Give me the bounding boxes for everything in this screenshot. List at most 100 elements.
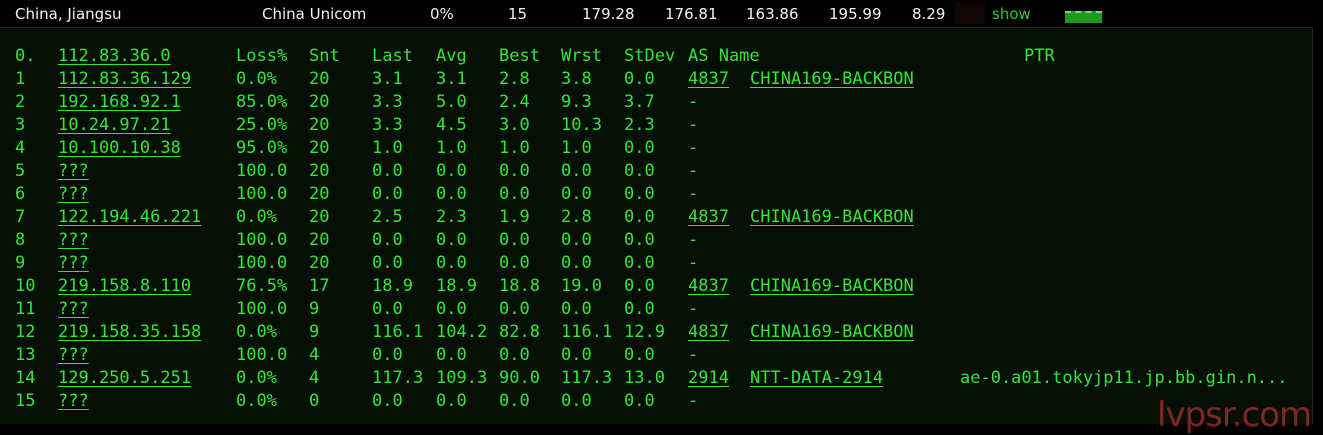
summary-stdev: 8.29 (912, 5, 946, 23)
hop-avg: 0.0 (436, 391, 467, 411)
hop-host-link[interactable]: ??? (58, 183, 89, 206)
hop-best: 90.0 (499, 368, 540, 388)
hop-host-link[interactable]: 122.194.46.221 (58, 206, 201, 229)
hop-asn[interactable]: 4837 (688, 68, 729, 91)
hop-sent: 20 (309, 253, 330, 273)
hop-number: 8 (15, 230, 26, 250)
hop-host-link[interactable]: ??? (58, 160, 89, 183)
hop-avg: 1.0 (436, 138, 467, 158)
hop-worst: 0.0 (561, 299, 592, 319)
hop-sent: 0 (309, 391, 320, 411)
hop-as-name[interactable]: CHINA169-BACKBON (750, 321, 914, 344)
hop-loss: 25.0% (236, 115, 288, 135)
summary-isp: China Unicom (262, 5, 367, 23)
header-index: 0. (15, 46, 36, 66)
hop-last: 1.0 (372, 138, 403, 158)
latency-mini-bar (1065, 11, 1102, 23)
hop-as-name[interactable]: NTT-DATA-2914 (750, 367, 883, 390)
hop-asn: - (688, 230, 699, 250)
hop-stdev: 2.3 (624, 115, 655, 135)
hop-host-link[interactable]: ??? (58, 344, 89, 367)
hop-last: 0.0 (372, 391, 403, 411)
hop-avg: 5.0 (436, 92, 467, 112)
hop-stdev: 0.0 (624, 207, 655, 227)
table-row: 11??? 100.0 9 0.0 0.0 0.0 0.0 0.0 - (0, 298, 1312, 321)
hop-host-link[interactable]: 192.168.92.1 (58, 91, 181, 114)
hop-stdev: 3.7 (624, 92, 655, 112)
hop-host-link[interactable]: ??? (58, 252, 89, 275)
summary-worst: 195.99 (829, 5, 882, 23)
hop-loss: 0.0% (236, 207, 277, 227)
hop-number: 9 (15, 253, 26, 273)
hop-stdev: 0.0 (624, 184, 655, 204)
table-row: 4 10.100.10.38 95.0% 20 1.0 1.0 1.0 1.0 0.0 - (0, 137, 1312, 160)
hop-worst: 0.0 (561, 184, 592, 204)
hop-asn[interactable]: 4837 (688, 321, 729, 344)
hop-asn[interactable]: 4837 (688, 275, 729, 298)
hop-best: 0.0 (499, 253, 530, 273)
hop-loss: 100.0 (236, 161, 288, 181)
hop-worst: 0.0 (561, 253, 592, 273)
hop-worst: 3.8 (561, 69, 592, 89)
hop-host-link[interactable]: ??? (58, 229, 89, 252)
hop-best: 2.8 (499, 69, 530, 89)
hop-host-link[interactable]: ??? (58, 390, 89, 413)
summary-best: 163.86 (746, 5, 799, 23)
hop-best: 2.4 (499, 92, 530, 112)
hop-host-link[interactable]: 10.100.10.38 (58, 137, 181, 160)
hop-loss: 100.0 (236, 345, 288, 365)
header-stdev: StDev (624, 46, 676, 66)
hop-worst: 2.8 (561, 207, 592, 227)
hop-host-link[interactable]: 112.83.36.129 (58, 68, 191, 91)
hop-best: 1.0 (499, 138, 530, 158)
hop-number: 14 (15, 368, 36, 388)
hop-host-link[interactable]: 219.158.35.158 (58, 321, 201, 344)
table-row: 14 129.250.5.251 0.0% 4 117.3 109.3 90.0 117.3 1… (0, 367, 1312, 390)
hop-stdev: 12.9 (624, 322, 665, 342)
hop-asn: - (688, 161, 699, 181)
hop-number: 10 (15, 276, 36, 296)
header-best: Best (499, 46, 540, 66)
hop-worst: 10.3 (561, 115, 602, 135)
summary-dark-box (955, 2, 985, 24)
show-link[interactable]: show (992, 5, 1031, 23)
hop-sent: 4 (309, 368, 320, 388)
hop-best: 0.0 (499, 299, 530, 319)
hop-last: 2.5 (372, 207, 403, 227)
hop-avg: 0.0 (436, 161, 467, 181)
hop-as-name[interactable]: CHINA169-BACKBON (750, 68, 914, 91)
hop-as-name[interactable]: CHINA169-BACKBON (750, 206, 914, 229)
hop-as-name[interactable]: CHINA169-BACKBON (750, 275, 914, 298)
hop-number: 2 (15, 92, 26, 112)
hop-host-link[interactable]: 129.250.5.251 (58, 367, 191, 390)
hop-avg: 18.9 (436, 276, 477, 296)
hop-host-link[interactable]: 219.158.8.110 (58, 275, 191, 298)
summary-last: 179.28 (582, 5, 635, 23)
hop-asn: - (688, 299, 699, 319)
table-row: 8??? 100.0 20 0.0 0.0 0.0 0.0 0.0 - (0, 229, 1312, 252)
hop-last: 0.0 (372, 161, 403, 181)
hop-loss: 0.0% (236, 322, 277, 342)
hop-loss: 76.5% (236, 276, 288, 296)
hop-stdev: 0.0 (624, 138, 655, 158)
hop-host-link[interactable]: 10.24.97.21 (58, 114, 171, 137)
summary-location: China, Jiangsu (15, 5, 122, 23)
hop-asn[interactable]: 2914 (688, 367, 729, 390)
hop-best: 0.0 (499, 230, 530, 250)
hop-worst: 19.0 (561, 276, 602, 296)
hop-stdev: 0.0 (624, 69, 655, 89)
hop-number: 1 (15, 69, 26, 89)
hop-number: 6 (15, 184, 26, 204)
header-ptr: PTR (1024, 46, 1055, 66)
hop-host-link[interactable]: ??? (58, 298, 89, 321)
hop-stdev: 13.0 (624, 368, 665, 388)
hop-worst: 117.3 (561, 368, 613, 388)
hop-asn[interactable]: 4837 (688, 206, 729, 229)
hop-sent: 20 (309, 92, 330, 112)
table-row: 5??? 100.0 20 0.0 0.0 0.0 0.0 0.0 - (0, 160, 1312, 183)
hop-loss: 100.0 (236, 184, 288, 204)
hop-sent: 9 (309, 322, 320, 342)
header-host[interactable]: 112.83.36.0 (58, 45, 171, 68)
header-wrst: Wrst (561, 46, 602, 66)
hop-loss: 85.0% (236, 92, 288, 112)
